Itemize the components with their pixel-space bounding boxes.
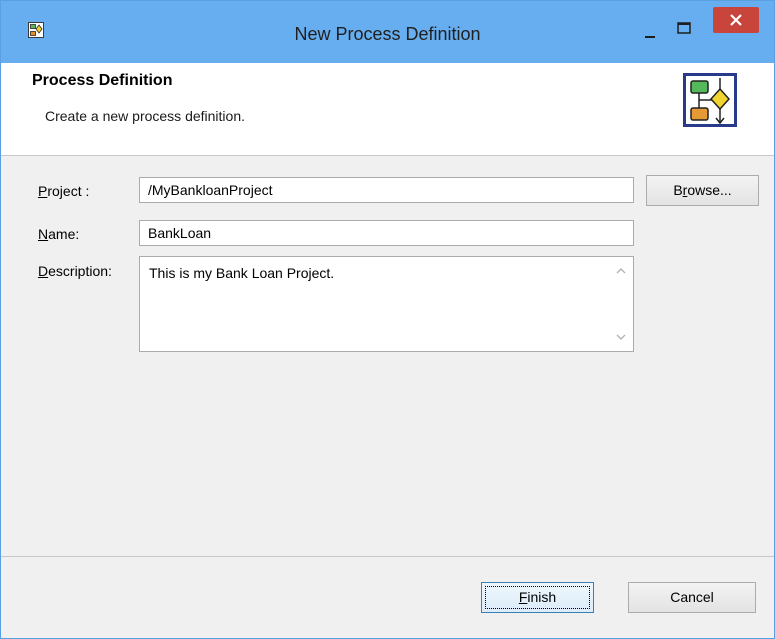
- project-input[interactable]: /MyBankloanProject: [139, 177, 634, 203]
- scroll-up-icon[interactable]: [615, 265, 627, 277]
- dialog-window: New Process Definition Process Definitio…: [0, 0, 775, 639]
- description-label: Description:: [38, 263, 112, 279]
- project-label: Project :: [38, 183, 90, 199]
- minimize-icon[interactable]: [637, 25, 663, 45]
- description-textarea[interactable]: This is my Bank Loan Project.: [139, 256, 634, 352]
- page-description: Create a new process definition.: [45, 108, 245, 124]
- browse-button[interactable]: Browse...: [646, 175, 759, 206]
- footer-divider: [1, 556, 774, 557]
- title-bar[interactable]: New Process Definition: [1, 1, 774, 63]
- wizard-header: Process Definition Create a new process …: [1, 63, 774, 156]
- name-label: Name:: [38, 226, 80, 242]
- maximize-icon[interactable]: [671, 19, 697, 41]
- cancel-button[interactable]: Cancel: [628, 582, 756, 613]
- finish-button[interactable]: Finish: [481, 582, 594, 613]
- close-icon[interactable]: [713, 7, 759, 33]
- name-input[interactable]: BankLoan: [139, 220, 634, 246]
- description-text: This is my Bank Loan Project.: [149, 265, 335, 281]
- process-definition-icon: [683, 73, 737, 127]
- page-title: Process Definition: [32, 72, 173, 89]
- scroll-down-icon[interactable]: [615, 331, 627, 343]
- focus-ring: [485, 586, 590, 609]
